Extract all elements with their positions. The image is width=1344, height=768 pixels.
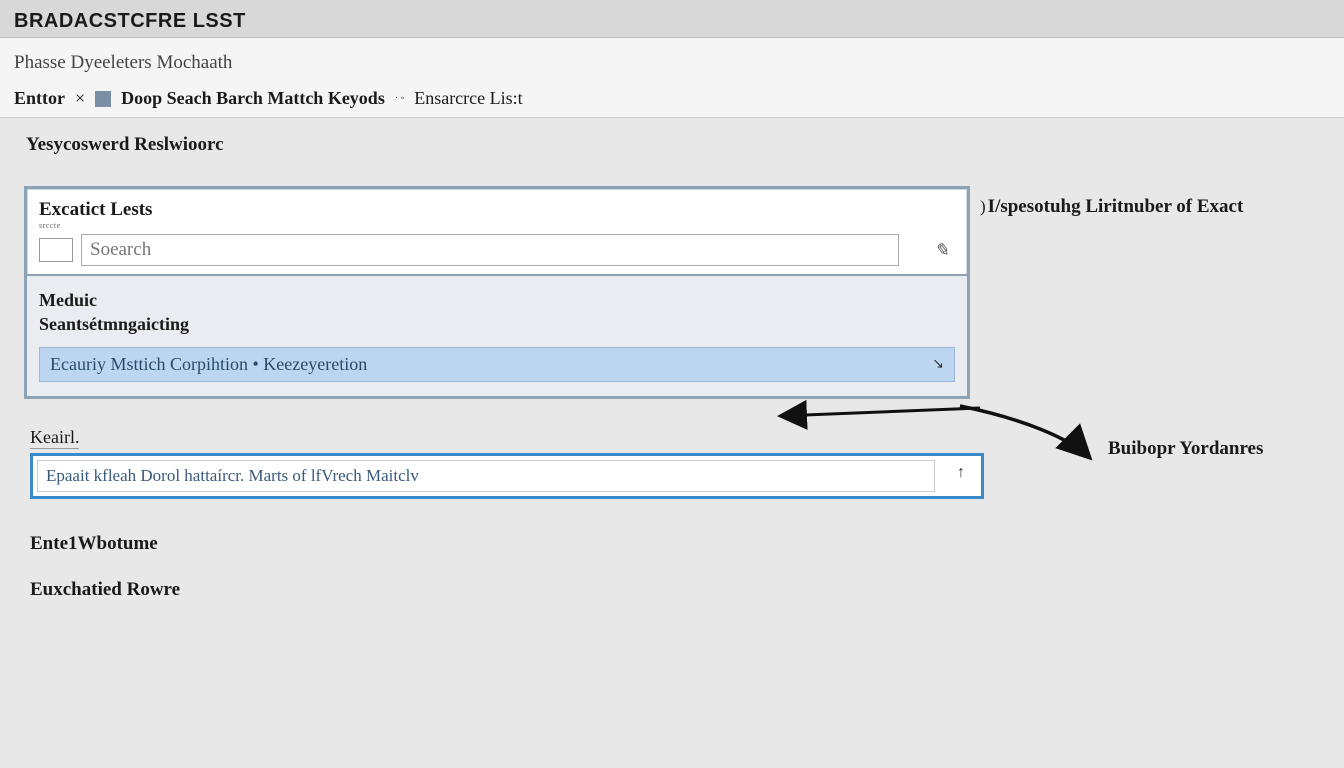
lower-label: Keairl.: [30, 427, 79, 449]
separator-icon: ×: [75, 88, 85, 109]
subheader: Phasse Dyeeleters Mochaath Enttor × Doop…: [0, 38, 1344, 118]
search-row: ✎: [39, 234, 955, 266]
footer-labels: Ente1Wbotume Euxchatied Rowre: [30, 533, 1324, 601]
subheader-description: Phasse Dyeeleters Mochaath: [14, 52, 1330, 74]
dropdown-arrow-icon: ↘: [932, 356, 944, 373]
color-swatch-icon: [95, 91, 111, 107]
side-annotation-2: Buibopr Yordanres: [1108, 438, 1263, 460]
trailing-label: Ensarcrce Lis:t: [414, 88, 522, 109]
section-title: Yesycoswerd Reslwioorc: [26, 134, 1324, 156]
checkbox[interactable]: [39, 238, 73, 262]
search-input[interactable]: [81, 234, 899, 266]
lists-panel: Excatict Lests srccte ✎ Meduic Seantsétm…: [24, 186, 970, 399]
panel-top: Excatict Lests srccte ✎: [27, 189, 967, 276]
side-annotation: )I/spesotuhg Liritnuber of Exact: [980, 196, 1310, 218]
search-match-label: Doop Seach Barch Mattch Keyods: [121, 88, 385, 109]
footer-label-2: Euxchatied Rowre: [30, 579, 1324, 601]
edit-icon[interactable]: ✎: [934, 240, 949, 261]
active-input-wrap: ↑: [30, 453, 984, 499]
editor-label: Enttor: [14, 88, 65, 109]
mid-title-line2: Seantsétmngaicting: [39, 314, 189, 334]
highlight-text: Ecauriy Msttich Corpihtion • Keezeyereti…: [50, 354, 367, 375]
paren-icon: ): [980, 197, 986, 216]
panel-tiny-label: srccte: [39, 221, 955, 230]
bullet-icon: · ◦: [395, 93, 404, 104]
panel-title: Excatict Lests: [39, 199, 955, 221]
main-content: Yesycoswerd Reslwioorc Excatict Lests sr…: [0, 118, 1344, 601]
mid-title-line1: Meduic: [39, 290, 97, 310]
match-input[interactable]: [37, 460, 935, 492]
header-bar: BRADACSTCFRE LSST: [0, 0, 1344, 38]
panel-mid: Meduic Seantsétmngaicting Ecauriy Msttic…: [27, 276, 967, 396]
highlighted-option[interactable]: Ecauriy Msttich Corpihtion • Keezeyereti…: [39, 347, 955, 382]
footer-label-1: Ente1Wbotume: [30, 533, 1324, 555]
page-title: BRADACSTCFRE LSST: [14, 10, 1330, 33]
up-arrow-icon[interactable]: ↑: [957, 464, 965, 482]
subheader-toolbar: Enttor × Doop Seach Barch Mattch Keyods …: [14, 88, 1330, 109]
panel-mid-title: Meduic Seantsétmngaicting: [39, 288, 955, 337]
